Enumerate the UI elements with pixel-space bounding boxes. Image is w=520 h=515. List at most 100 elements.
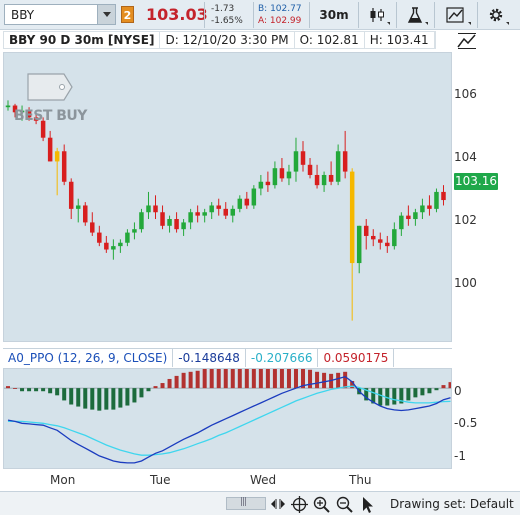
candle-body <box>420 205 425 213</box>
candle-body <box>370 235 376 240</box>
histogram-bar <box>139 388 144 398</box>
candle-body <box>195 212 200 216</box>
time-scrollbar[interactable] <box>226 497 266 510</box>
histogram-bar <box>160 383 165 389</box>
histogram-bar <box>125 388 130 406</box>
drawing-set-label[interactable]: Drawing set: Default <box>390 497 514 511</box>
price-tick-label: 100 <box>454 276 477 290</box>
last-price: 103.03 <box>146 5 208 24</box>
zoom-out-icon[interactable] <box>336 496 354 514</box>
histogram-bar <box>174 375 179 389</box>
histogram-bar <box>90 388 95 410</box>
indicator-pane[interactable] <box>3 365 453 469</box>
chart-style-button[interactable] <box>362 3 392 27</box>
ask-price: A: 102.99 <box>258 16 302 26</box>
histogram-bar <box>244 365 249 389</box>
histogram-bar <box>223 365 228 389</box>
histogram-bar <box>251 365 256 389</box>
price-tick-label: 106 <box>454 87 477 101</box>
histogram-bar <box>6 386 10 389</box>
candle-body <box>125 232 130 243</box>
separator <box>434 2 435 28</box>
candle-body <box>385 242 390 247</box>
candle-body <box>342 151 348 172</box>
histogram-bar <box>413 388 418 398</box>
bid-price: B: 102.77 <box>258 4 302 14</box>
candle-body <box>300 151 306 165</box>
separator <box>358 2 359 28</box>
candle-body <box>286 171 292 179</box>
bar-open: O: 102.81 <box>295 32 365 48</box>
candle-body <box>356 225 362 264</box>
style-toggle-icon[interactable] <box>456 32 478 50</box>
histogram-bar <box>104 388 109 410</box>
bar-date: D: 12/10/20 3:30 PM <box>160 32 295 48</box>
candle-body <box>335 151 341 182</box>
histogram-bar <box>230 365 235 389</box>
histogram-bar <box>167 378 172 389</box>
percent-change: -1.65% <box>211 16 243 26</box>
histogram-bar <box>209 366 214 389</box>
price-tick-label: 104 <box>454 150 477 164</box>
candle-body <box>83 205 88 223</box>
histogram-bar <box>146 388 151 392</box>
best-buy-logo-icon <box>27 73 73 101</box>
price-tick-label: 102 <box>454 213 477 227</box>
candle-body <box>118 242 123 247</box>
zoom-in-icon[interactable] <box>313 496 331 514</box>
candle-body <box>181 222 186 230</box>
candle-body <box>174 219 179 230</box>
candle-body <box>399 215 404 230</box>
histogram-bar <box>48 388 53 394</box>
histogram-bar <box>343 371 348 389</box>
symbol-dropdown-icon[interactable] <box>97 5 115 24</box>
candle-body <box>139 212 144 230</box>
candle-body <box>202 212 207 216</box>
indicator-tick-label: -0.5 <box>454 416 478 430</box>
histogram-value: 0.0590175 <box>318 349 395 367</box>
candle-body <box>307 164 313 175</box>
drawings-button[interactable] <box>439 3 473 27</box>
histogram-bar <box>434 388 439 391</box>
separator <box>396 2 397 28</box>
candle-body <box>167 219 172 226</box>
current-price-tag: 103.16 <box>454 173 498 190</box>
pointer-icon[interactable] <box>361 496 375 514</box>
candle-body <box>434 191 439 209</box>
timeframe-label: 30m <box>319 8 349 22</box>
symbol-text: BBY <box>11 8 35 22</box>
candle-body <box>160 212 165 226</box>
histogram-bar <box>448 382 453 389</box>
indicator-tick-label: 0 <box>454 384 462 398</box>
candle-body <box>406 215 411 220</box>
indicator-chart[interactable] <box>4 365 453 468</box>
candle-body <box>188 212 193 223</box>
candle-body <box>68 181 74 209</box>
bar-high: H: 103.41 <box>365 32 435 48</box>
separator <box>477 2 478 28</box>
histogram-bar <box>20 388 25 392</box>
histogram-bar <box>118 388 123 408</box>
candle-body <box>132 229 137 233</box>
studies-button[interactable] <box>400 3 430 27</box>
expand-horizontal-icon[interactable] <box>270 496 286 512</box>
indicator-name[interactable]: A0_PPO (12, 26, 9, CLOSE) <box>3 349 174 367</box>
candle-body <box>413 212 418 220</box>
timeframe-button[interactable]: 30m <box>313 3 355 27</box>
symbol-selector[interactable]: BBY <box>4 4 116 25</box>
histogram-bar <box>265 365 270 389</box>
candle-body <box>146 205 151 213</box>
histogram-bar <box>293 367 298 389</box>
company-logo-text: BEST BUY <box>14 108 87 124</box>
candle-body <box>61 151 67 182</box>
candle-body <box>321 174 327 186</box>
histogram-bar <box>97 388 102 411</box>
crosshair-icon[interactable] <box>291 496 308 513</box>
chevron-down-icon <box>506 22 509 25</box>
link-group-badge[interactable]: 2 <box>121 6 134 23</box>
candle-body <box>153 205 158 213</box>
signal-line <box>8 385 451 456</box>
histogram-bar <box>427 388 432 394</box>
change-box: -1.73 -1.65% <box>211 3 243 27</box>
chart-settings-button[interactable] <box>481 3 511 27</box>
